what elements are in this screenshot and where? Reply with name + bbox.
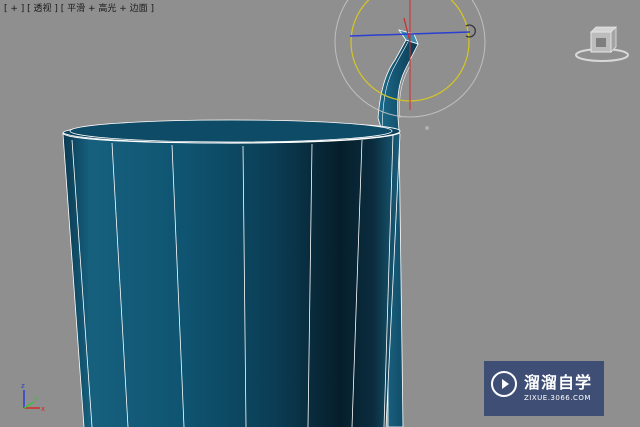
cup-opening <box>69 119 393 143</box>
axis-tripod-icon: z x y <box>21 382 45 413</box>
3d-viewport[interactable]: [ + ] [ 透视 ] [ 平滑 + 高光 + 边面 ] z x y 溜溜自学… <box>0 0 640 427</box>
axis-y-label: y <box>34 394 38 402</box>
viewcube-icon[interactable] <box>575 26 629 62</box>
watermark-brand: 溜溜自学 <box>524 373 593 392</box>
watermark: 溜溜自学 ZIXUE.3066.COM <box>484 361 604 416</box>
cup-mesh[interactable] <box>62 119 401 427</box>
axis-x-label: x <box>41 405 45 413</box>
axis-z-label: z <box>21 382 25 390</box>
play-logo-icon <box>491 371 517 397</box>
rotate-gizmo[interactable] <box>334 0 486 130</box>
watermark-url: ZIXUE.3066.COM <box>524 394 591 402</box>
